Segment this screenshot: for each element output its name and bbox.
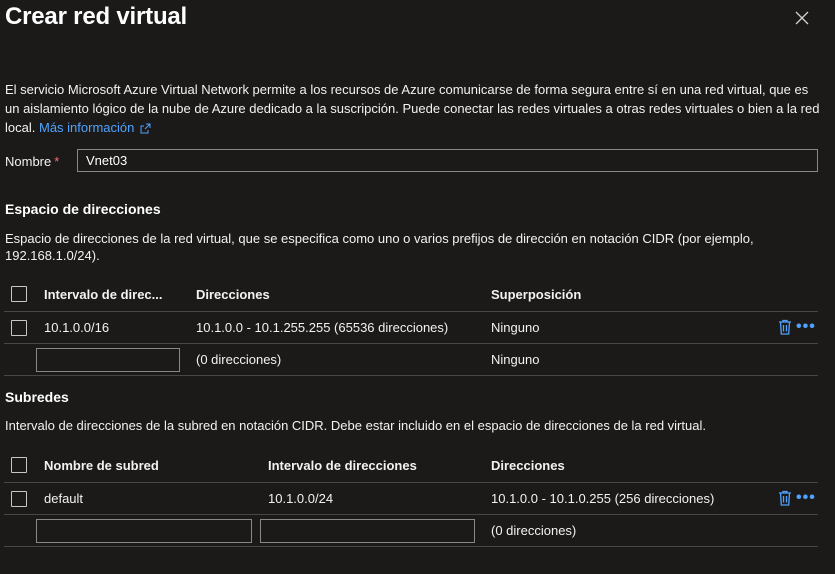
more-info-link[interactable]: Más información bbox=[39, 120, 151, 135]
address-col-overlap: Superposición bbox=[491, 287, 582, 302]
subnet-select-all-checkbox[interactable] bbox=[11, 457, 27, 473]
subnet-row-range: 10.1.0.0/24 bbox=[268, 491, 334, 506]
table-divider bbox=[4, 343, 818, 344]
more-icon[interactable]: ••• bbox=[796, 319, 816, 335]
trash-icon[interactable] bbox=[778, 319, 792, 335]
name-label: Nombre * bbox=[5, 154, 59, 169]
new-address-overlap: Ninguno bbox=[491, 352, 540, 367]
address-select-all-checkbox[interactable] bbox=[11, 286, 27, 302]
new-subnet-range-input[interactable] bbox=[260, 519, 475, 543]
required-mark: * bbox=[54, 154, 60, 169]
trash-icon[interactable] bbox=[778, 490, 792, 506]
external-link-icon bbox=[140, 123, 151, 134]
subnet-row-checkbox[interactable] bbox=[11, 491, 27, 507]
address-row-checkbox[interactable] bbox=[11, 320, 27, 336]
panel-title: Crear red virtual bbox=[5, 3, 188, 30]
address-space-description: Espacio de direcciones de la red virtual… bbox=[5, 231, 754, 263]
subnet-col-addresses: Direcciones bbox=[491, 458, 565, 473]
address-col-addresses: Direcciones bbox=[196, 287, 270, 302]
table-divider bbox=[4, 546, 818, 547]
close-icon[interactable] bbox=[794, 10, 810, 26]
address-row-range: 10.1.0.0/16 bbox=[44, 320, 110, 335]
more-icon[interactable]: ••• bbox=[796, 490, 816, 506]
subnets-heading: Subredes bbox=[5, 389, 69, 405]
table-divider bbox=[4, 514, 818, 515]
new-subnet-addresses: (0 direcciones) bbox=[491, 523, 577, 538]
table-divider bbox=[4, 375, 818, 376]
address-col-range[interactable]: Intervalo de direc... bbox=[44, 287, 163, 302]
address-row-addresses: 10.1.0.0 - 10.1.255.255 (65536 direccion… bbox=[196, 320, 449, 335]
table-divider bbox=[4, 482, 818, 483]
subnets-description: Intervalo de direcciones de la subred en… bbox=[5, 418, 706, 433]
table-divider bbox=[4, 311, 818, 312]
address-space-heading: Espacio de direcciones bbox=[5, 201, 161, 217]
name-input[interactable]: Vnet03 bbox=[77, 149, 818, 172]
subnet-row-addresses: 10.1.0.0 - 10.1.0.255 (256 direcciones) bbox=[491, 491, 715, 506]
subnet-row-name: default bbox=[44, 491, 84, 506]
new-address-range-input[interactable] bbox=[36, 348, 180, 372]
new-subnet-name-input[interactable] bbox=[36, 519, 252, 543]
panel-description: El servicio Microsoft Azure Virtual Netw… bbox=[5, 80, 825, 137]
new-address-addresses: (0 direcciones) bbox=[196, 352, 282, 367]
address-row-overlap: Ninguno bbox=[491, 320, 540, 335]
more-info-link-label: Más información bbox=[38, 120, 135, 135]
subnet-col-range: Intervalo de direcciones bbox=[268, 458, 417, 473]
subnet-col-name: Nombre de subred bbox=[44, 458, 159, 473]
name-label-text: Nombre bbox=[5, 154, 52, 169]
